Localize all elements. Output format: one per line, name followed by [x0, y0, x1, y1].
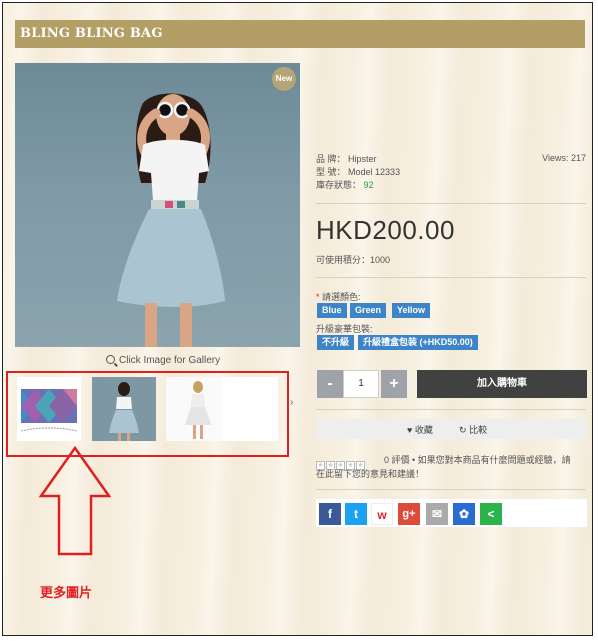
color-option-yellow[interactable]: Yellow — [392, 303, 431, 318]
brand-label: 品 牌： — [316, 154, 346, 164]
annotation-caption: 更多圖片 — [40, 585, 93, 600]
wishlist-label: 收藏 — [414, 425, 433, 435]
stock-value: 92 — [363, 180, 374, 190]
model-label: 型 號： — [316, 167, 346, 177]
page-title: BLING BLING BAG — [20, 26, 163, 41]
share-bar: f t w g+ ✉ ✿ < — [316, 499, 587, 527]
google-plus-icon[interactable]: g+ — [398, 503, 420, 525]
page-frame: BLING BLING BAG New Click Image for Gall… — [2, 2, 593, 636]
divider — [316, 409, 586, 410]
review-text[interactable]: 0 評價 • 如果您對本商品有什麼問題或經驗，請 — [384, 454, 586, 467]
upgrade-option-giftbox[interactable]: 升級禮盒包装 (+HKD50.00) — [358, 335, 478, 350]
wishlist-button[interactable]: ♥ 收藏 — [407, 423, 433, 436]
gallery-hint-text: Click Image for Gallery — [119, 355, 221, 366]
wishlist-compare-bar: ♥ 收藏 ↻ 比較 — [316, 419, 587, 439]
upgrade-option-label: 升級豪華包裝: — [316, 324, 373, 334]
product-price: HKD200.00 — [316, 215, 455, 245]
review-text-line2: 在此留下您的意見和建議！ — [316, 469, 425, 479]
share-icon[interactable]: < — [480, 503, 502, 525]
page-title-bar: BLING BLING BAG — [15, 20, 585, 48]
views-count: Views: 217 — [542, 153, 586, 163]
upgrade-option-none[interactable]: 不升級 — [317, 335, 355, 350]
required-star: * — [316, 292, 320, 302]
annotation-up-arrow-icon — [39, 446, 111, 556]
divider — [316, 203, 586, 204]
add-to-cart-button[interactable]: 加入購物車 — [417, 370, 587, 398]
stock-row: 庫存狀態： 92 — [316, 179, 586, 192]
product-info: 品 牌： Hipster 型 號： Model 12333 庫存狀態： 92 V… — [316, 153, 586, 192]
stock-label: 庫存狀態： — [316, 180, 362, 190]
model-photo — [117, 93, 225, 347]
brand-value[interactable]: Hipster — [348, 154, 377, 164]
reward-points: 可使用積分：1000 — [316, 255, 391, 265]
color-option-label: * 請選顏色: — [316, 290, 361, 303]
model-row: 型 號： Model 12333 — [316, 166, 586, 179]
color-option-green[interactable]: Green — [350, 303, 387, 318]
compare-button[interactable]: ↻ 比較 — [459, 423, 487, 436]
color-option-text: 請選顏色: — [322, 292, 361, 302]
zoom-icon — [106, 355, 115, 364]
divider — [316, 277, 586, 278]
model-value: Model 12333 — [348, 167, 401, 177]
quantity-decrease-button[interactable]: - — [317, 370, 343, 398]
quantity-increase-button[interactable]: + — [381, 370, 407, 398]
baidu-icon[interactable]: ✿ — [453, 503, 475, 525]
annotation-highlight-box — [6, 371, 289, 457]
refresh-icon: ↻ — [459, 425, 467, 435]
color-option-blue[interactable]: Blue — [317, 303, 347, 318]
main-product-image[interactable]: New — [15, 63, 300, 347]
gallery-hint[interactable]: Click Image for Gallery — [106, 355, 220, 366]
compare-label: 比較 — [469, 425, 488, 435]
heart-icon: ♥ — [407, 425, 413, 435]
thumbnail-next-icon[interactable]: › — [290, 397, 293, 408]
weibo-icon[interactable]: w — [371, 503, 393, 525]
twitter-icon[interactable]: t — [345, 503, 367, 525]
divider — [316, 489, 586, 490]
email-icon[interactable]: ✉ — [426, 503, 448, 525]
quantity-input[interactable]: 1 — [343, 370, 379, 398]
facebook-icon[interactable]: f — [319, 503, 341, 525]
new-badge: New — [272, 67, 296, 91]
